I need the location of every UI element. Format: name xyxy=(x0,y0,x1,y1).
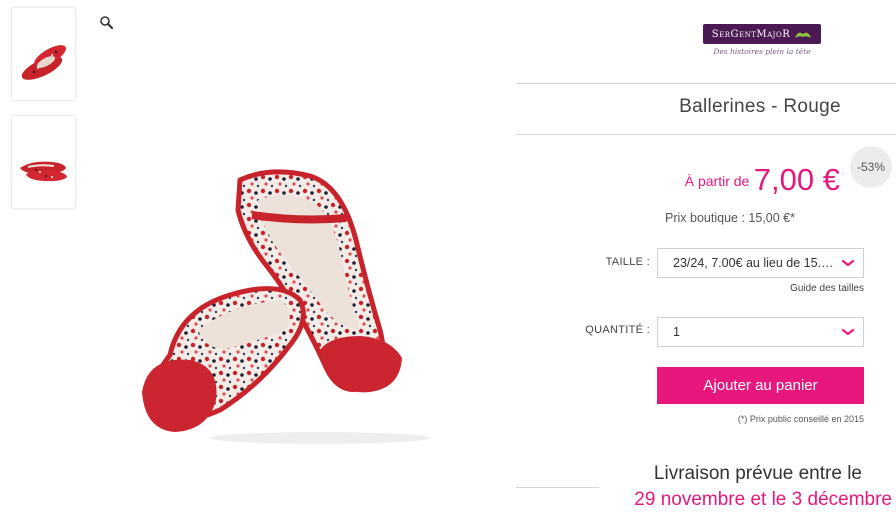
shop-price: Prix boutique : 15,00 €* xyxy=(665,211,795,225)
add-to-cart-button[interactable]: Ajouter au panier xyxy=(657,367,864,404)
shoe-thumbnail-image xyxy=(12,116,75,208)
price-value: 7,00 € xyxy=(753,162,840,197)
size-select[interactable]: 23/24, 7.00€ au lieu de 15.00€ xyxy=(657,248,864,278)
thumbnail-1[interactable] xyxy=(12,8,75,100)
magnifier-icon[interactable] xyxy=(99,15,115,31)
quantity-label: QUANTITÉ : xyxy=(585,324,650,336)
quantity-select[interactable]: 1 xyxy=(657,317,864,347)
brand-badge: SerGentMajoR xyxy=(703,24,821,44)
delivery-dates: 29 novembre et le 3 décembre xyxy=(634,489,892,510)
size-select-value: 23/24, 7.00€ au lieu de 15.00€ xyxy=(673,256,842,270)
product-main-image xyxy=(142,169,430,444)
delivery-line-1: Livraison prévue entre le xyxy=(653,463,862,484)
price-footnote: (*) Prix public conseillé en 2015 xyxy=(737,414,864,424)
product-title: Ballerines - Rouge xyxy=(679,96,841,117)
shoe-thumbnail-image xyxy=(12,8,75,100)
divider xyxy=(516,487,599,488)
price-row: À partir de 7,00 € xyxy=(600,162,840,198)
divider xyxy=(516,134,896,135)
discount-badge: -53% xyxy=(850,146,892,188)
divider xyxy=(516,83,896,84)
delivery-info: Livraison prévue entre le 29 novembre et… xyxy=(600,463,896,511)
size-guide-link[interactable]: Guide des tailles xyxy=(740,283,864,294)
brand-name: SerGentMajoR xyxy=(711,28,791,40)
brand-logo[interactable]: SerGentMajoR Des histoires plein la tête xyxy=(703,24,821,56)
size-label: TAILLE : xyxy=(605,256,650,268)
chevron-down-icon xyxy=(841,328,855,336)
brand-tagline: Des histoires plein la tête xyxy=(713,47,811,56)
thumbnail-2[interactable] xyxy=(12,116,75,208)
leaf-icon xyxy=(795,32,812,38)
price-prefix: À partir de xyxy=(684,173,750,189)
quantity-select-value: 1 xyxy=(673,325,680,339)
chevron-down-icon xyxy=(841,259,855,267)
